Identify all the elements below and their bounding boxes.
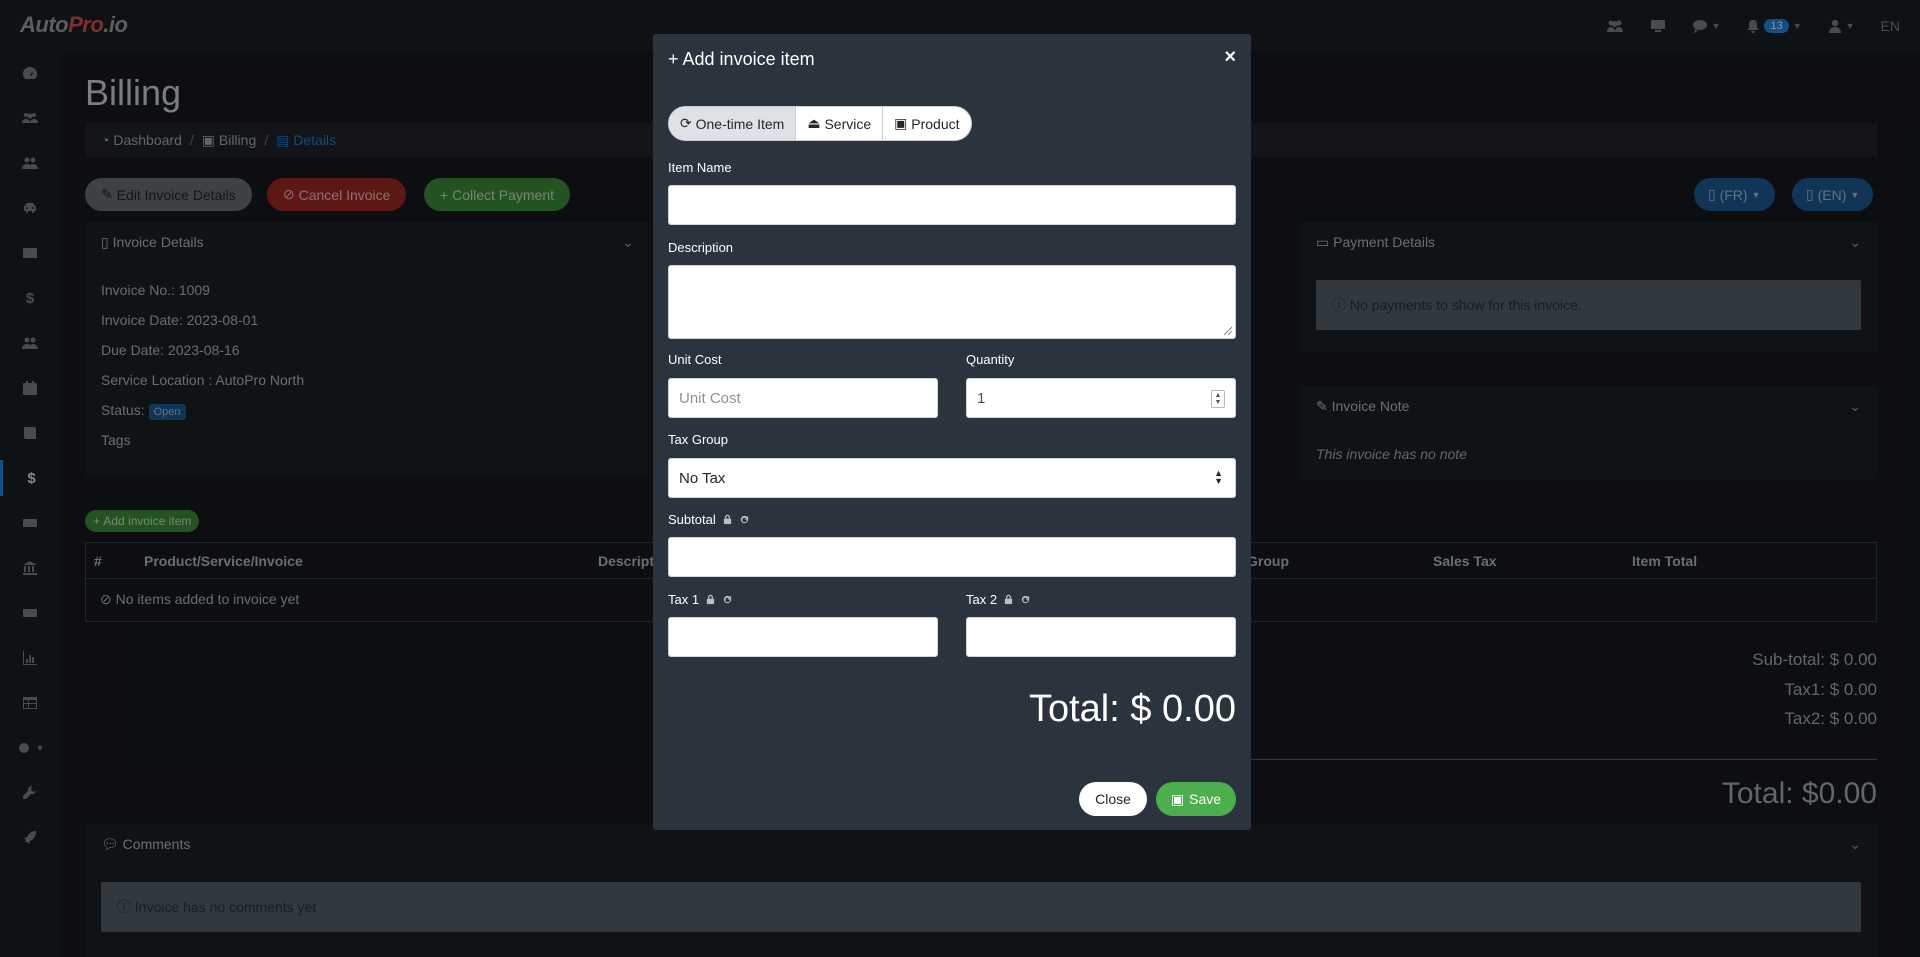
tax-group-label: Tax Group	[668, 432, 728, 447]
tax1-label: Tax 1	[668, 592, 733, 607]
refresh-icon: ⟳	[680, 115, 696, 131]
refresh-icon[interactable]	[722, 594, 733, 605]
description-textarea[interactable]	[668, 265, 1236, 339]
lock-icon[interactable]	[722, 514, 733, 525]
tab-product[interactable]: ▣ Product	[883, 107, 970, 140]
plus-icon: +	[668, 49, 683, 69]
modal-title: + Add invoice item	[668, 49, 815, 69]
add-invoice-item-modal: + Add invoice item × ⟳ One-time Item ⏏ S…	[653, 34, 1251, 830]
increment-icon: ▲	[1214, 392, 1222, 399]
quantity-value: 1	[977, 389, 986, 407]
save-button[interactable]: ▣ Save	[1156, 782, 1236, 816]
resize-grip-icon[interactable]	[1223, 326, 1233, 336]
bell-service-icon: ⏏	[807, 115, 825, 131]
item-type-selector: ⟳ One-time Item ⏏ Service ▣ Product	[668, 106, 972, 141]
select-arrows-icon: ▲ ▼	[1214, 468, 1223, 486]
item-name-label: Item Name	[668, 160, 732, 175]
subtotal-input[interactable]	[668, 537, 1236, 577]
tax-group-value: No Tax	[679, 469, 726, 487]
refresh-icon[interactable]	[1020, 594, 1031, 605]
tax1-input[interactable]	[668, 617, 938, 657]
refresh-icon[interactable]	[739, 514, 750, 525]
description-label: Description	[668, 240, 734, 255]
tax2-label: Tax 2	[966, 592, 1031, 607]
briefcase-icon: ▣	[894, 115, 912, 131]
tab-service[interactable]: ⏏ Service	[796, 107, 884, 140]
decrement-icon: ▼	[1214, 399, 1222, 406]
lock-icon[interactable]	[1003, 594, 1014, 605]
tax2-input[interactable]	[966, 617, 1236, 657]
quantity-spinner[interactable]: ▲ ▼	[1211, 390, 1225, 408]
tax-group-select[interactable]: No Tax ▲ ▼	[668, 458, 1236, 498]
quantity-stepper[interactable]: 1 ▲ ▼	[966, 378, 1236, 418]
unit-cost-placeholder: Unit Cost	[679, 389, 741, 407]
tab-one-time-item[interactable]: ⟳ One-time Item	[669, 107, 797, 140]
unit-cost-input[interactable]: Unit Cost	[668, 378, 938, 418]
close-button[interactable]: Close	[1079, 782, 1147, 816]
save-icon: ▣	[1170, 790, 1185, 807]
item-name-input[interactable]	[668, 185, 1236, 225]
close-icon[interactable]: ×	[1224, 46, 1236, 69]
modal-total: Total: $ 0.00	[1028, 688, 1236, 730]
quantity-label: Quantity	[966, 352, 1015, 367]
unit-cost-label: Unit Cost	[668, 352, 722, 367]
lock-icon[interactable]	[705, 594, 716, 605]
subtotal-label: Subtotal	[668, 512, 750, 527]
